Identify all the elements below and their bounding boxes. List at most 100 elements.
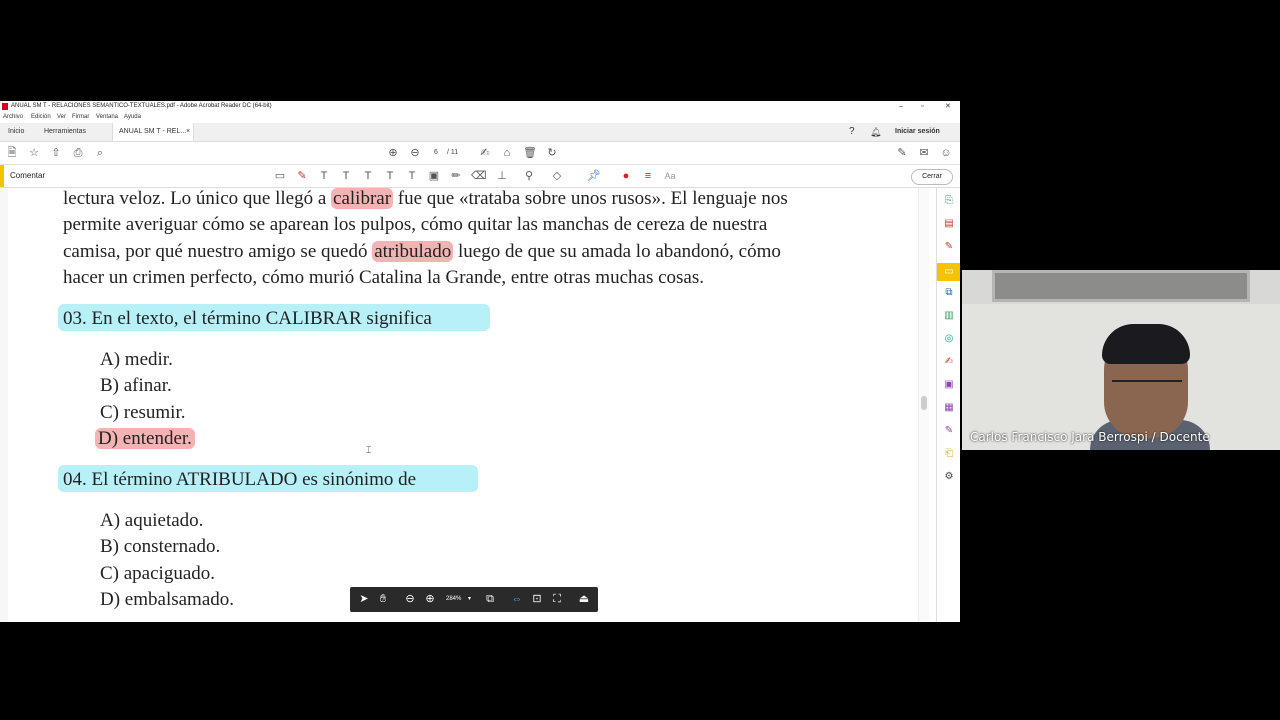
question-03: 03. En el texto, el término CALIBRAR sig… [63, 308, 432, 329]
export-pdf-icon[interactable]: ⎘ [942, 194, 956, 208]
signin-button[interactable]: Iniciar sesión [895, 123, 940, 141]
pencil-icon[interactable]: ✏ [449, 165, 463, 187]
upload-icon[interactable]: ⇧ [49, 142, 63, 164]
paragraph-line-1: lectura veloz. Lo único que llegó a cali… [63, 188, 788, 210]
scan-ocr-icon[interactable]: ◎ [942, 332, 956, 346]
q3-option-c: C) resumir. [100, 402, 186, 423]
q3-option-d[interactable]: D) entender. [95, 428, 195, 449]
send-signature-icon[interactable]: ✎ [942, 424, 956, 438]
tab-document[interactable]: ANUAL SM T - REL... [112, 123, 194, 141]
sign-icon[interactable]: ✍︎ [478, 142, 492, 164]
star-icon[interactable]: ☆ [27, 142, 41, 164]
floating-page-toolbar: ➤ ✋︎ ⊖ ⊕ 284% ▾ ⧉ ⇔ ⊡ ⛶ ⏏ [350, 587, 598, 612]
text-comment-icon[interactable]: T [405, 165, 419, 187]
page-down-icon[interactable]: ⊖ [408, 142, 422, 164]
edit-pdf-icon[interactable]: ✎ [895, 142, 909, 164]
comment-tool-icon[interactable]: ▭ [937, 263, 960, 281]
fullscreen-icon[interactable]: ⛶ [550, 587, 564, 612]
shapes-icon[interactable]: ◇ [550, 165, 564, 187]
scrollbar-thumb[interactable] [921, 396, 927, 410]
highlight-calibrar[interactable]: calibrar [331, 188, 394, 209]
q3-option-a: A) medir. [100, 349, 173, 370]
comment-accent [0, 165, 4, 187]
vertical-scrollbar[interactable] [918, 188, 929, 622]
pin-icon[interactable]: 📌︎ [587, 165, 601, 187]
bell-icon[interactable]: 🔔︎ [870, 123, 881, 141]
account-icon[interactable]: ☺ [939, 142, 953, 164]
page-display-icon[interactable]: ⧉ [483, 587, 497, 612]
line-width-icon[interactable]: ≡ [641, 165, 655, 187]
attach-icon[interactable]: ⚲ [522, 165, 536, 187]
edit-pdf-tool-icon[interactable]: ✎ [942, 240, 956, 254]
menu-archivo[interactable]: Archivo [3, 112, 23, 122]
q4-option-b: B) consternado. [100, 536, 221, 557]
tab-tools[interactable]: Herramientas [44, 123, 86, 141]
comment-mode-label: Comentar [10, 171, 46, 180]
menu-edicion[interactable]: Edición [31, 112, 51, 122]
rotate-icon[interactable]: ↻ [545, 142, 559, 164]
zoom-out-icon[interactable]: ⊖ [403, 587, 417, 612]
menu-bar: Archivo Edición Ver Firmar Ventana Ayuda [0, 112, 960, 122]
page-current[interactable]: 6 [434, 142, 438, 164]
zoom-in-icon[interactable]: ⊕ [423, 587, 437, 612]
zoom-level[interactable]: 284% [446, 587, 461, 612]
color-icon[interactable]: ● [619, 165, 633, 187]
print-icon[interactable]: ⎙ [71, 142, 85, 164]
maximize-button[interactable]: ▫ [921, 101, 923, 112]
eraser-icon[interactable]: ⌫ [471, 165, 487, 187]
delete-icon[interactable]: 🗑︎ [523, 142, 537, 164]
left-panel-handle[interactable] [0, 188, 8, 622]
text-box-icon[interactable]: ▣ [427, 165, 441, 187]
combine-files-icon[interactable]: ⧉ [942, 286, 956, 300]
zoom-search-icon[interactable]: ⌕ [93, 142, 107, 164]
close-window-button[interactable]: ✕ [945, 101, 951, 112]
highlight-icon[interactable]: ✎ [295, 165, 309, 187]
protect-icon[interactable]: ▣ [942, 378, 956, 392]
menu-ventana[interactable]: Ventana [96, 112, 118, 122]
fit-width-icon[interactable]: ⇔ [510, 587, 524, 612]
window-title: ANUAL SM T - RELACIONES SEMANTICO-TEXTUA… [11, 103, 272, 109]
fit-page-icon[interactable]: ⊡ [530, 587, 544, 612]
font-icon[interactable]: Aa [663, 165, 677, 187]
create-pdf-icon[interactable]: ▤ [942, 217, 956, 231]
minimize-button[interactable]: – [899, 101, 903, 112]
text-cursor-icon: ⌶ [366, 446, 372, 456]
read-mode-icon[interactable]: ⏏ [577, 587, 591, 612]
save-icon[interactable]: 🗎︎ [5, 142, 19, 164]
organize-pages-icon[interactable]: ▥ [942, 309, 956, 323]
prepare-form-icon[interactable]: ▦ [942, 401, 956, 415]
question-04: 04. El término ATRIBULADO es sinónimo de [63, 469, 417, 490]
q3-option-d-wrap: D) entender. [95, 428, 195, 450]
tab-close-icon[interactable]: × [186, 123, 190, 141]
para-text-3: camisa, por qué nuestro amigo se quedó [63, 241, 373, 262]
select-arrow-icon[interactable]: ➤ [357, 587, 371, 612]
tag-icon[interactable]: ⌂ [500, 142, 514, 164]
paragraph-line-3: camisa, por qué nuestro amigo se quedó a… [63, 241, 781, 263]
replace-text-icon[interactable]: T [361, 165, 375, 187]
mail-icon[interactable]: ✉ [917, 142, 931, 164]
document-page: lectura veloz. Lo único que llegó a cali… [8, 188, 918, 622]
stamp-icon[interactable]: ⊥ [495, 165, 509, 187]
menu-ayuda[interactable]: Ayuda [124, 112, 141, 122]
fill-sign-icon[interactable]: ✍︎ [942, 355, 956, 369]
highlight-atribulado[interactable]: atribulado [372, 241, 454, 262]
strike-text-icon[interactable]: T [339, 165, 353, 187]
page-up-icon[interactable]: ⊕ [386, 142, 400, 164]
tab-home[interactable]: Inicio [8, 123, 24, 141]
share-icon[interactable]: ⎗ [942, 447, 956, 461]
help-icon[interactable]: ? [849, 123, 855, 141]
main-toolbar: 🗎︎ ☆ ⇧ ⎙ ⌕ ⊕ ⊖ 6 / 11 ✍︎ ⌂ 🗑︎ ↻ ✎ ✉ ☺ [0, 142, 960, 165]
menu-ver[interactable]: Ver [57, 112, 66, 122]
underline-text-icon[interactable]: T [317, 165, 331, 187]
q3-option-b: B) afinar. [100, 375, 172, 396]
sticky-note-icon[interactable]: ▭ [273, 165, 287, 187]
hand-tool-icon[interactable]: ✋︎ [376, 587, 390, 612]
close-comment-button[interactable]: Cerrar [911, 169, 953, 185]
insert-text-icon[interactable]: T [383, 165, 397, 187]
para-text-1: lectura veloz. Lo único que llegó a [63, 188, 332, 209]
zoom-dropdown-icon[interactable]: ▾ [468, 587, 471, 612]
menu-firmar[interactable]: Firmar [72, 112, 89, 122]
more-tools-icon[interactable]: ⚙ [942, 470, 956, 484]
webcam-video: Carlos Francisco Jara Berrospi / Docente [962, 270, 1280, 450]
q4-option-d: D) embalsamado. [100, 589, 235, 610]
